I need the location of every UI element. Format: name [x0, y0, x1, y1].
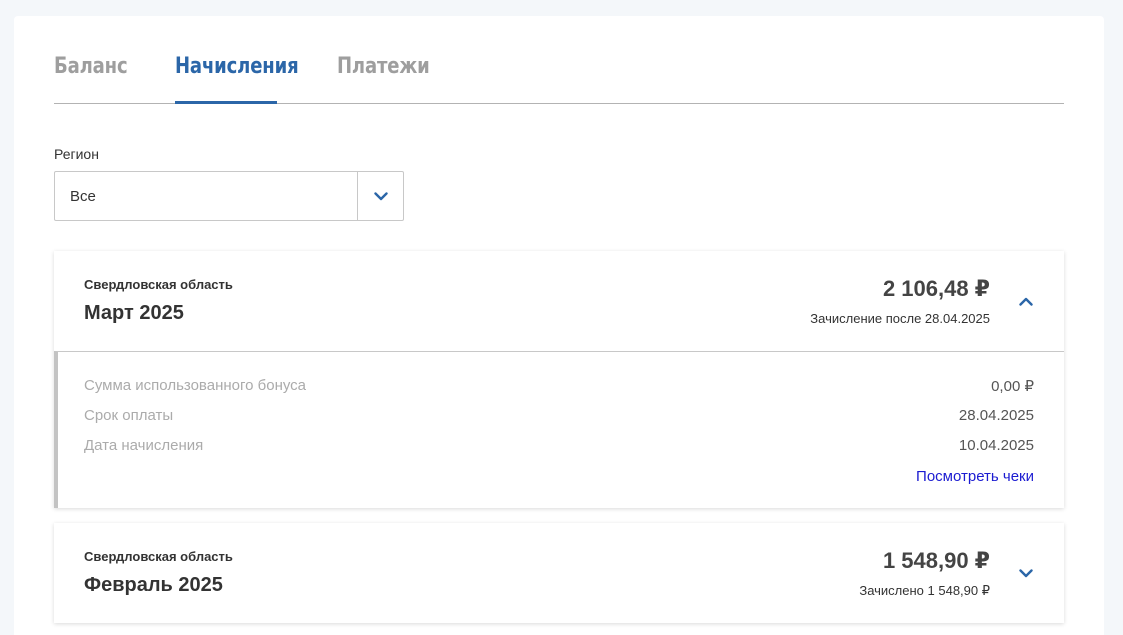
detail-row-bonus: Сумма использованного бонуса 0,00 ₽: [84, 377, 1034, 395]
charge-card-header[interactable]: Свердловская область Март 2025 2 106,48 …: [54, 251, 1064, 351]
tab-bar: Баланс Начисления Платежи: [54, 16, 1064, 104]
active-tab-indicator: [175, 101, 277, 104]
charge-card: Свердловская область Март 2025 2 106,48 …: [54, 251, 1064, 508]
detail-value: 28.04.2025: [958, 407, 1034, 424]
charge-amount: 1 548,90 ₽: [882, 548, 990, 573]
charges-panel: Баланс Начисления Платежи Регион Все Све…: [14, 16, 1104, 635]
chevron-down-icon: [373, 191, 388, 200]
detail-label: Сумма использованного бонуса: [84, 377, 307, 394]
charge-month: Февраль 2025: [84, 574, 223, 596]
region-select-button[interactable]: [357, 172, 403, 220]
region-select-value: Все: [70, 188, 96, 205]
detail-label: Дата начисления: [84, 437, 204, 454]
detail-label: Срок оплаты: [84, 407, 174, 424]
charge-note: Зачислено 1 548,90 ₽: [859, 583, 990, 598]
detail-row-charge-date: Дата начисления 10.04.2025: [84, 437, 1034, 454]
charge-details: Сумма использованного бонуса 0,00 ₽ Срок…: [54, 351, 1064, 508]
charge-note: Зачисление после 28.04.2025: [810, 311, 990, 326]
charge-region: Свердловская область: [84, 277, 233, 292]
collapse-toggle[interactable]: [1016, 291, 1036, 311]
detail-value: 0,00 ₽: [991, 378, 1034, 395]
charge-card-header[interactable]: Свердловская область Февраль 2025 1 548,…: [54, 523, 1064, 623]
expand-toggle[interactable]: [1016, 563, 1036, 583]
region-label: Регион: [54, 146, 99, 162]
charge-card: Свердловская область Февраль 2025 1 548,…: [54, 523, 1064, 623]
region-select[interactable]: Все: [54, 171, 404, 221]
charge-month: Март 2025: [84, 302, 184, 324]
tab-payments[interactable]: Платежи: [337, 54, 430, 79]
detail-row-due-date: Срок оплаты 28.04.2025: [84, 407, 1034, 424]
chevron-up-icon: [1019, 297, 1033, 306]
charge-region: Свердловская область: [84, 549, 233, 564]
view-receipts-link[interactable]: Посмотреть чеки: [916, 468, 1034, 485]
tab-charges[interactable]: Начисления: [175, 54, 299, 79]
charge-amount: 2 106,48 ₽: [882, 276, 990, 301]
detail-value: 10.04.2025: [958, 437, 1034, 454]
tab-balance[interactable]: Баланс: [54, 54, 128, 79]
chevron-down-icon: [1019, 568, 1033, 577]
